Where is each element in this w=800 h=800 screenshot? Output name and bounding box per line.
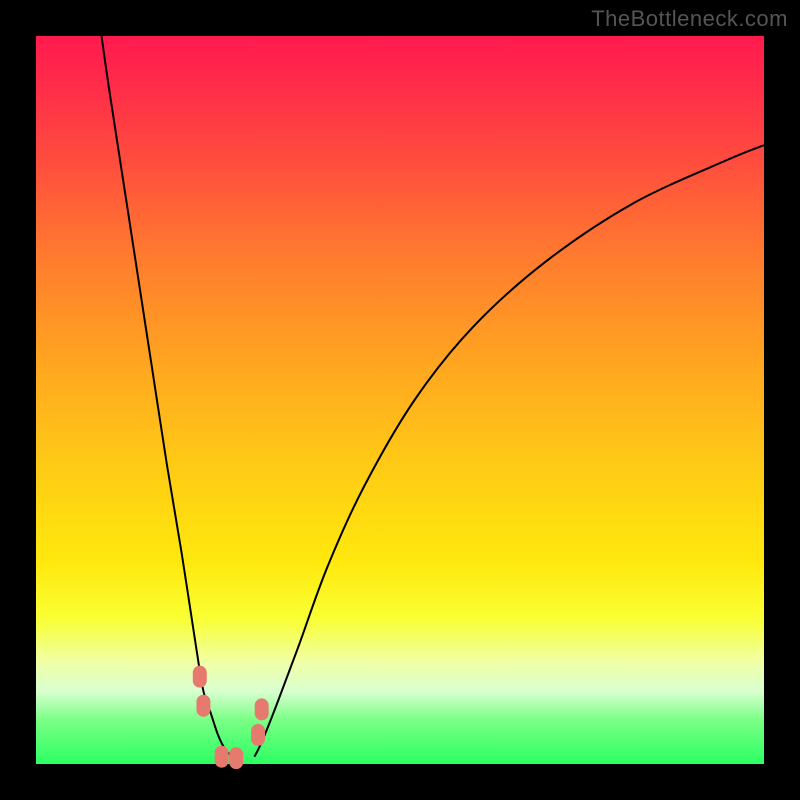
chart-frame: TheBottleneck.com [0,0,800,800]
curve-right-branch [254,145,764,757]
data-marker [193,666,207,688]
data-marker [196,695,210,717]
data-marker [251,724,265,746]
data-marker [255,698,269,720]
curve-left-branch [102,36,233,757]
marker-group [193,666,269,770]
data-marker [215,746,229,768]
plot-area [36,36,764,764]
curve-layer [36,36,764,764]
watermark-text: TheBottleneck.com [591,6,788,32]
data-marker [229,747,243,769]
